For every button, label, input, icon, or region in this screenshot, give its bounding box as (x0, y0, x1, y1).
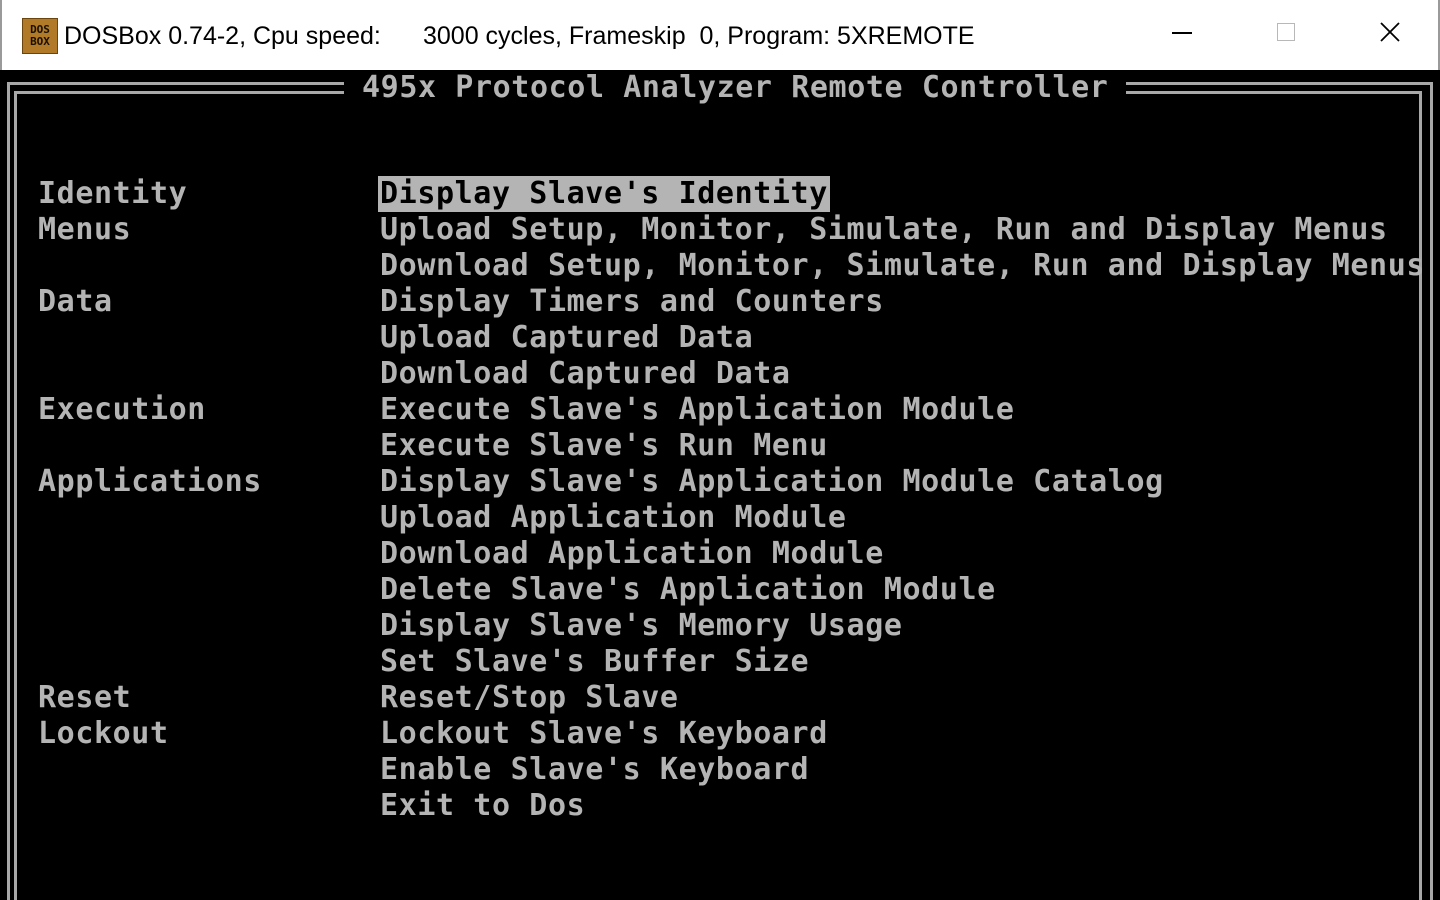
category-execution: Execution (38, 392, 206, 427)
category-data: Data (38, 284, 113, 319)
menu-item-execute-application-module[interactable]: Execute Slave's Application Module (378, 392, 1017, 428)
menu-item-upload-application-module[interactable]: Upload Application Module (378, 500, 849, 536)
menu-item-upload-menus[interactable]: Upload Setup, Monitor, Simulate, Run and… (378, 212, 1390, 248)
title-bar[interactable]: DOS BOX DOSBox 0.74-2, Cpu speed: 3000 c… (0, 0, 1440, 70)
menu-item-display-timers[interactable]: Display Timers and Counters (378, 284, 886, 320)
menu-item-display-module-catalog[interactable]: Display Slave's Application Module Catal… (378, 464, 1166, 500)
menu-item-set-buffer-size[interactable]: Set Slave's Buffer Size (378, 644, 811, 680)
category-lockout: Lockout (38, 716, 169, 751)
menu-item-display-memory-usage[interactable]: Display Slave's Memory Usage (378, 608, 905, 644)
menu-item-exit-to-dos[interactable]: Exit to Dos (378, 788, 587, 824)
menu-item-display-identity[interactable]: Display Slave's Identity (378, 176, 830, 212)
frame-title: 495x Protocol Analyzer Remote Controller (344, 70, 1127, 106)
icon-text-box: BOX (30, 35, 50, 48)
close-icon (1380, 22, 1400, 42)
menu-item-enable-keyboard[interactable]: Enable Slave's Keyboard (378, 752, 811, 788)
minimize-icon (1172, 32, 1192, 34)
category-applications: Applications (38, 464, 262, 499)
close-button[interactable] (1338, 0, 1440, 70)
menu-item-download-captured-data[interactable]: Download Captured Data (378, 356, 793, 392)
dos-console[interactable]: 495x Protocol Analyzer Remote Controller… (2, 70, 1438, 900)
dosbox-window: DOS BOX DOSBox 0.74-2, Cpu speed: 3000 c… (0, 0, 1440, 900)
menu-item-upload-captured-data[interactable]: Upload Captured Data (378, 320, 755, 356)
category-reset: Reset (38, 680, 132, 715)
window-title-prefix: DOSBox 0.74-2, Cpu speed: (64, 22, 381, 50)
menu-item-lockout-keyboard[interactable]: Lockout Slave's Keyboard (378, 716, 830, 752)
dosbox-app-icon[interactable]: DOS BOX (22, 18, 58, 54)
maximize-button[interactable] (1234, 0, 1338, 70)
menu-item-execute-run-menu[interactable]: Execute Slave's Run Menu (378, 428, 830, 464)
minimize-button[interactable] (1130, 0, 1234, 70)
menu-item-download-menus[interactable]: Download Setup, Monitor, Simulate, Run a… (378, 248, 1427, 284)
menu-item-delete-application-module[interactable]: Delete Slave's Application Module (378, 572, 998, 608)
menu-item-download-application-module[interactable]: Download Application Module (378, 536, 886, 572)
maximize-icon (1277, 23, 1295, 41)
window-title-status: 3000 cycles, Frameskip 0, Program: 5XREM… (423, 22, 975, 50)
category-menus: Menus (38, 212, 132, 247)
category-identity: Identity (38, 176, 188, 211)
menu-item-reset-stop-slave[interactable]: Reset/Stop Slave (378, 680, 681, 716)
